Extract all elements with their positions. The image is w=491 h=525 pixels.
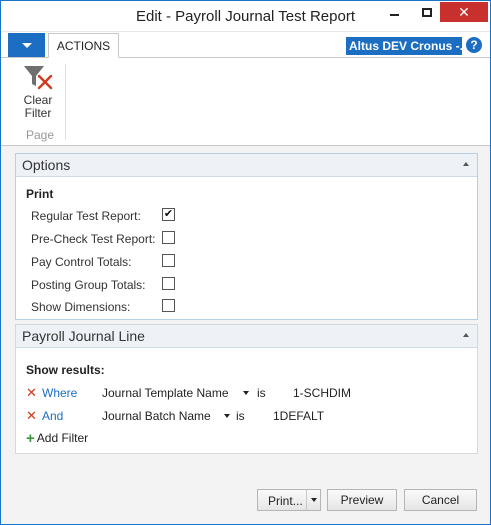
minimize-icon xyxy=(389,14,399,16)
company-name-badge[interactable]: Altus DEV Cronus -... xyxy=(346,37,462,55)
option-label: Regular Test Report: xyxy=(31,209,141,223)
chevron-down-icon xyxy=(21,42,32,48)
options-header[interactable]: Options xyxy=(16,154,477,177)
filter-operator: is xyxy=(236,409,245,423)
chevron-down-icon[interactable] xyxy=(224,414,230,418)
option-regular-test-report: Regular Test Report: ✔ xyxy=(31,207,201,225)
chevron-down-icon[interactable] xyxy=(243,391,249,395)
print-button[interactable]: Print... xyxy=(257,489,321,511)
payroll-journal-line-header-label: Payroll Journal Line xyxy=(22,328,145,344)
print-dropdown-button[interactable] xyxy=(306,490,320,510)
options-header-label: Options xyxy=(22,157,71,173)
title-bar: Edit - Payroll Journal Test Report ✕ xyxy=(1,1,490,32)
maximize-icon xyxy=(422,7,432,17)
posting-group-totals-checkbox[interactable] xyxy=(162,277,175,290)
filter-value-input[interactable]: 1-SCHDIM xyxy=(293,386,351,400)
print-section-label: Print xyxy=(26,187,54,201)
regular-test-report-checkbox[interactable]: ✔ xyxy=(162,208,175,221)
tab-actions[interactable]: ACTIONS xyxy=(48,33,119,58)
collapse-chevron-icon xyxy=(463,162,469,166)
option-label: Pay Control Totals: xyxy=(31,255,132,269)
help-icon[interactable]: ? xyxy=(466,37,482,53)
collapse-chevron-icon xyxy=(463,333,469,337)
maximize-button[interactable] xyxy=(414,2,440,22)
payroll-journal-line-fasttab: Payroll Journal Line Show results: ✕ Whe… xyxy=(15,324,478,454)
pay-control-totals-checkbox[interactable] xyxy=(162,254,175,267)
option-label: Pre-Check Test Report: xyxy=(31,232,156,246)
remove-filter-icon[interactable]: ✕ xyxy=(26,385,37,401)
option-label: Posting Group Totals: xyxy=(31,278,146,292)
filter-value-input[interactable]: 1DEFALT xyxy=(273,409,324,423)
report-request-window: Edit - Payroll Journal Test Report ✕ ACT… xyxy=(0,0,491,525)
clear-filter-icon xyxy=(24,66,53,90)
ribbon-group-label: Page xyxy=(26,128,55,142)
show-dimensions-checkbox[interactable] xyxy=(162,299,175,312)
show-results-label: Show results: xyxy=(26,363,105,377)
filter-keyword: And xyxy=(42,409,64,423)
remove-filter-icon[interactable]: ✕ xyxy=(26,408,37,424)
add-filter-label: Add Filter xyxy=(36,431,89,445)
preview-button[interactable]: Preview xyxy=(327,489,397,511)
app-menu-button[interactable] xyxy=(8,33,45,57)
add-filter-button[interactable]: + Add Filter xyxy=(26,429,88,447)
options-fasttab: Options Print Regular Test Report: ✔ Pre… xyxy=(15,153,478,320)
option-label: Show Dimensions: xyxy=(31,300,131,314)
filter-field-select[interactable]: Journal Batch Name xyxy=(102,409,211,423)
print-button-label: Print... xyxy=(268,494,303,508)
ribbon-group-divider xyxy=(65,64,66,140)
option-show-dimensions: Show Dimensions: xyxy=(31,298,201,316)
ribbon-tabs: ACTIONS Altus DEV Cronus -... ? xyxy=(1,33,490,58)
close-icon: ✕ xyxy=(458,4,470,20)
filter-operator: is xyxy=(257,386,266,400)
filter-row: ✕ And Journal Batch Name is 1DEFALT xyxy=(26,407,466,425)
filter-field-select[interactable]: Journal Template Name xyxy=(102,386,229,400)
option-pay-control-totals: Pay Control Totals: xyxy=(31,253,201,271)
clear-filter-label-line2: Filter xyxy=(24,106,52,120)
option-posting-group-totals: Posting Group Totals: xyxy=(31,276,201,294)
content-area: Options Print Regular Test Report: ✔ Pre… xyxy=(1,146,490,524)
clear-filter-button[interactable]: Clear Filter xyxy=(16,62,60,120)
option-pre-check-test-report: Pre-Check Test Report: xyxy=(31,230,201,248)
filter-row: ✕ Where Journal Template Name is 1-SCHDI… xyxy=(26,384,466,402)
plus-icon: + xyxy=(26,429,35,447)
ribbon-body: Clear Filter Page xyxy=(1,58,490,146)
chevron-down-icon xyxy=(310,498,317,502)
close-button[interactable]: ✕ xyxy=(440,2,488,22)
cancel-button[interactable]: Cancel xyxy=(404,489,477,511)
pre-check-test-report-checkbox[interactable] xyxy=(162,231,175,244)
payroll-journal-line-header[interactable]: Payroll Journal Line xyxy=(16,325,477,348)
filter-keyword: Where xyxy=(42,386,78,400)
minimize-button[interactable] xyxy=(381,2,407,22)
